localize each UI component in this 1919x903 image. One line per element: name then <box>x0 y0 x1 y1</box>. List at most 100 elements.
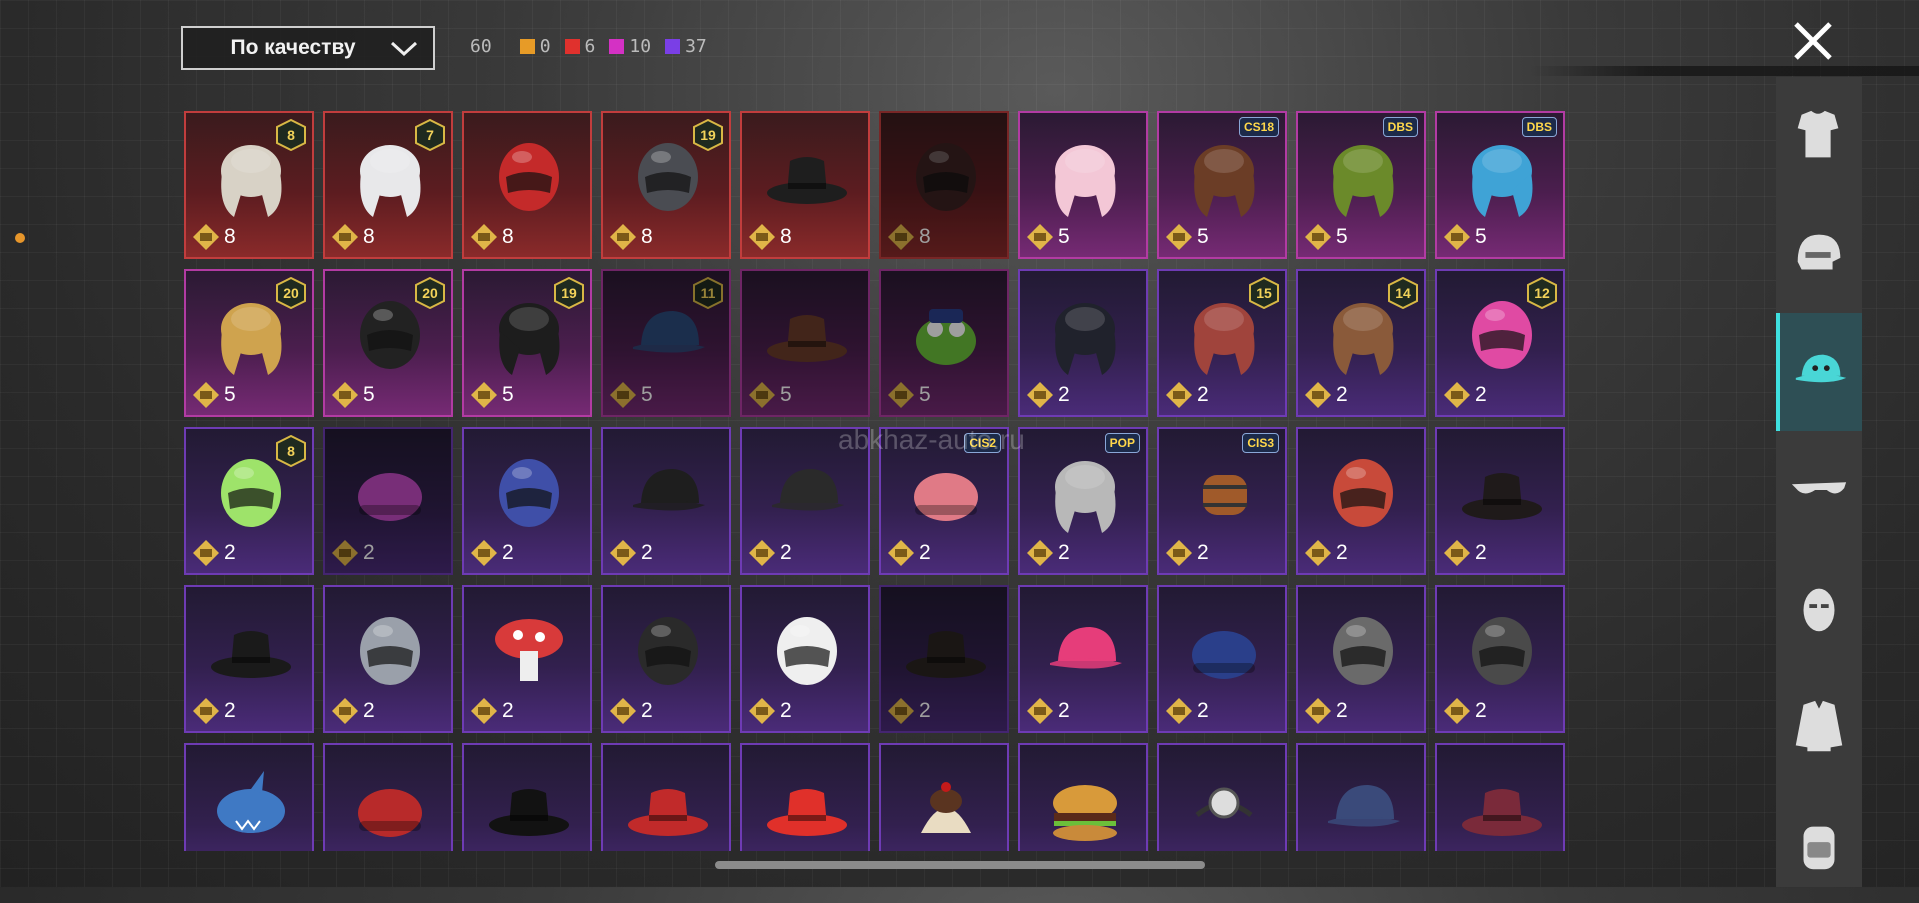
item-pink-pigtails[interactable]: 5 <box>1018 111 1148 259</box>
helmet-moto-icon <box>623 605 713 695</box>
item-red-hair-pumpkin[interactable]: 15 2 <box>1157 269 1287 417</box>
item-black-cap[interactable]: 2 <box>601 427 731 575</box>
item-head-mirror[interactable] <box>1157 743 1287 851</box>
level-number: 7 <box>426 127 434 143</box>
coin-icon <box>331 381 359 409</box>
item-barrel-hat[interactable]: CIS3 2 <box>1157 427 1287 575</box>
coin-icon <box>331 223 359 251</box>
item-blue-spiky-hair[interactable]: DBS 5 <box>1435 111 1565 259</box>
kabuki-icon <box>762 605 852 695</box>
item-kabuki-mask[interactable]: 2 <box>740 585 870 733</box>
cap-pink-icon <box>1040 605 1130 695</box>
item-sundae-hat[interactable] <box>879 743 1009 851</box>
item-sombrero[interactable]: 2 <box>1435 427 1565 575</box>
horizontal-scrollbar[interactable] <box>715 861 1205 869</box>
shark-icon <box>206 763 296 851</box>
item-silver-short-hair[interactable]: POP 2 <box>1018 427 1148 575</box>
item-white-hair-helmet[interactable]: 8 8 <box>184 111 314 259</box>
tab-hat[interactable] <box>1776 313 1862 431</box>
level-badge: 12 <box>1527 276 1557 310</box>
item-red-bucket-hat[interactable] <box>740 743 870 851</box>
item-goggles-helmet[interactable]: 2 <box>323 585 453 733</box>
item-value: 5 <box>1336 225 1348 248</box>
item-football-helmet[interactable]: 2 <box>1296 427 1426 575</box>
item-black-bun-hair[interactable]: 19 5 <box>462 269 592 417</box>
item-mushroom-hat[interactable]: 2 <box>462 585 592 733</box>
glasses-icon <box>1791 482 1847 494</box>
coin-icon <box>1165 697 1193 725</box>
item-value: 2 <box>502 699 514 722</box>
notification-dot <box>15 233 25 243</box>
level-badge: 19 <box>554 276 584 310</box>
coin-icon <box>470 223 498 251</box>
coin-icon <box>1165 223 1193 251</box>
item-frog-police-hat[interactable]: 5 <box>879 269 1009 417</box>
item-green-skull-hair[interactable]: 8 2 <box>184 427 314 575</box>
item-cowboy-frog-hat[interactable]: 5 <box>740 269 870 417</box>
coin-icon <box>331 539 359 567</box>
item-cat-ear-hair[interactable]: 14 2 <box>1296 269 1426 417</box>
hair-green-cap-icon <box>1318 131 1408 221</box>
item-bunny-ear-helmet[interactable]: 12 2 <box>1435 269 1565 417</box>
coin-icon <box>1304 223 1332 251</box>
item-blonde-witch-hat[interactable]: 20 5 <box>184 269 314 417</box>
item-value: 2 <box>1475 383 1487 406</box>
item-pink-baseball-cap[interactable]: 2 <box>1018 585 1148 733</box>
helmet-red-icon <box>484 131 574 221</box>
item-value: 5 <box>502 383 514 406</box>
coin-icon <box>887 697 915 725</box>
item-dragon-ball-cap-hair[interactable]: DBS 5 <box>1296 111 1426 259</box>
item-value: 2 <box>641 541 653 564</box>
coin-icon <box>1443 223 1471 251</box>
item-blue-bird-beanie[interactable]: 2 <box>1157 585 1287 733</box>
item-red-beret[interactable] <box>323 743 453 851</box>
item-shark-hat[interactable] <box>184 743 314 851</box>
item-dark-visor-helmet[interactable]: 19 8 <box>601 111 731 259</box>
close-icon[interactable] <box>1788 16 1838 66</box>
tab-outfit[interactable] <box>1776 77 1862 195</box>
item-pork-pie-hat[interactable]: 2 <box>184 585 314 733</box>
item-luchador-mask[interactable]: 2 <box>1435 585 1565 733</box>
item-black-top-hat[interactable] <box>462 743 592 851</box>
coin-icon <box>1026 697 1054 725</box>
coin-icon <box>192 223 220 251</box>
item-burger-hat[interactable] <box>1018 743 1148 851</box>
item-garrison-cap[interactable] <box>1296 743 1426 851</box>
sort-dropdown[interactable]: По качеству <box>181 26 435 70</box>
headmirror-icon <box>1179 763 1269 851</box>
quality-counts: 60 0 6 10 37 <box>470 36 721 57</box>
tab-backpack[interactable] <box>1776 785 1862 903</box>
cap-icon <box>1795 354 1847 383</box>
tab-helmet[interactable] <box>1776 195 1862 313</box>
item-orange-black-helmet[interactable]: 8 <box>879 111 1009 259</box>
collection-tag: POP <box>1104 433 1140 453</box>
item-blue-cap-hair[interactable]: 11 5 <box>601 269 731 417</box>
item-gold-black-helmet[interactable]: 20 5 <box>323 269 453 417</box>
item-white-long-hair[interactable]: 7 8 <box>323 111 453 259</box>
helmet-robot-icon <box>484 447 574 537</box>
level-badge: 8 <box>276 434 306 468</box>
item-steampunk-hat[interactable]: 2 <box>879 585 1009 733</box>
tab-glasses[interactable] <box>1776 431 1862 549</box>
item-robot-helmet[interactable]: 2 <box>462 427 592 575</box>
item-red-fedora[interactable] <box>601 743 731 851</box>
coin-icon <box>887 223 915 251</box>
item-pink-beanie[interactable]: 2 <box>323 427 453 575</box>
item-maroon-fedora[interactable] <box>1435 743 1565 851</box>
item-brown-short-hair[interactable]: CS18 5 <box>1157 111 1287 259</box>
item-black-long-hair[interactable]: 2 <box>1018 269 1148 417</box>
item-moto-helmet[interactable]: 2 <box>601 585 731 733</box>
collection-tag: CS18 <box>1238 117 1279 137</box>
item-value: 8 <box>224 225 236 248</box>
item-army-helmet[interactable]: 2 <box>1296 585 1426 733</box>
item-tricorn-hat[interactable]: 8 <box>740 111 870 259</box>
cap-mesh-icon <box>762 447 852 537</box>
coin-icon <box>887 381 915 409</box>
item-value: 2 <box>1475 699 1487 722</box>
coin-icon <box>1026 223 1054 251</box>
tab-mask[interactable] <box>1776 549 1862 667</box>
item-value: 2 <box>780 699 792 722</box>
tab-jacket[interactable] <box>1776 667 1862 785</box>
level-badge: 11 <box>693 276 723 310</box>
item-red-helmet[interactable]: 8 <box>462 111 592 259</box>
